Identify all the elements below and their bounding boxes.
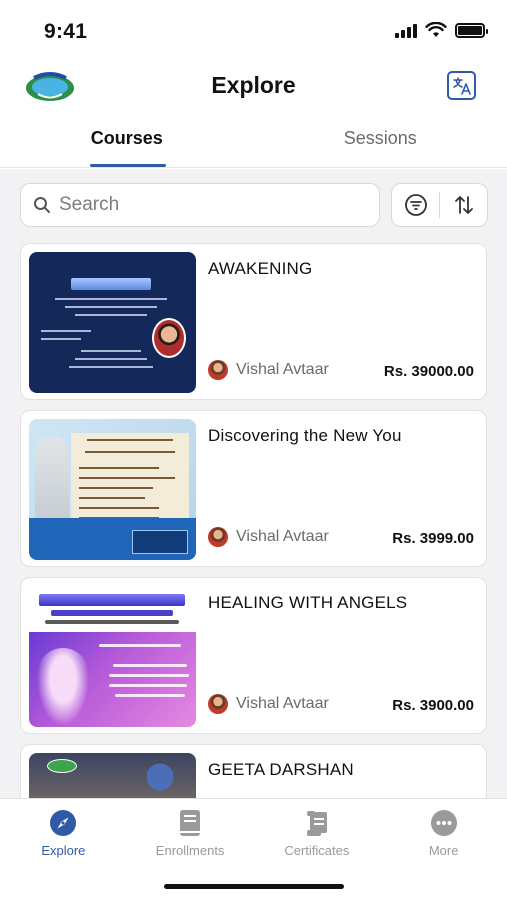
nav-certificates-label: Certificates <box>284 843 350 858</box>
instructor-avatar <box>208 694 228 714</box>
course-price: Rs. 3999.00 <box>392 530 474 547</box>
home-indicator <box>164 884 344 889</box>
battery-icon <box>455 22 488 38</box>
course-list-area[interactable]: AWAKENING Vishal Avtaar Rs. 39000.00 Dis… <box>0 169 507 798</box>
status-icons <box>395 22 488 38</box>
course-title: HEALING WITH ANGELS <box>208 593 408 612</box>
translate-button[interactable] <box>447 71 476 100</box>
nav-certificates[interactable]: Certificates <box>254 799 381 868</box>
nav-explore-label: Explore <box>41 843 86 858</box>
tab-sessions-label: Sessions <box>343 128 417 148</box>
course-thumbnail <box>29 419 196 560</box>
scroll-icon <box>303 809 331 837</box>
tab-bar: Courses Sessions <box>0 112 507 168</box>
tab-courses-label: Courses <box>90 128 163 148</box>
nav-enrollments[interactable]: Enrollments <box>127 799 254 868</box>
more-dots-icon <box>430 809 458 837</box>
course-card[interactable]: Discovering the New You Vishal Avtaar Rs… <box>20 410 487 567</box>
page-title: Explore <box>211 72 296 98</box>
tab-sessions[interactable]: Sessions <box>254 112 507 167</box>
translate-icon <box>452 76 471 95</box>
nav-enrollments-label: Enrollments <box>155 843 225 858</box>
instructor-name: Vishal Avtaar <box>236 528 329 545</box>
course-title: Discovering the New You <box>208 426 402 445</box>
instructor: Vishal Avtaar <box>208 360 329 380</box>
instructor: Vishal Avtaar <box>208 694 329 714</box>
instructor-name: Vishal Avtaar <box>236 695 329 712</box>
instructor: Vishal Avtaar <box>208 527 329 547</box>
wifi-icon <box>425 22 447 37</box>
compass-icon <box>49 809 77 837</box>
bottom-navigation: Explore Enrollments Certificates More <box>0 798 507 868</box>
app-header: Explore <box>0 62 507 112</box>
active-tab-indicator <box>90 164 166 167</box>
course-title: GEETA DARSHAN <box>208 760 354 779</box>
instructor-avatar <box>208 527 228 547</box>
search-box[interactable] <box>20 183 380 227</box>
course-title: AWAKENING <box>208 259 313 278</box>
status-bar: 9:41 <box>0 0 507 62</box>
book-icon <box>176 809 204 837</box>
sort-icon <box>454 196 473 214</box>
filter-icon <box>404 194 427 216</box>
course-thumbnail <box>29 252 196 393</box>
sort-button[interactable] <box>440 184 487 226</box>
instructor-name: Vishal Avtaar <box>236 361 329 378</box>
filter-button[interactable] <box>392 184 439 226</box>
course-price: Rs. 39000.00 <box>383 363 474 380</box>
course-card[interactable]: HEALING WITH ANGELS Vishal Avtaar Rs. 39… <box>20 577 487 734</box>
course-card[interactable]: GEETA DARSHAN <box>20 744 487 798</box>
instructor-avatar <box>208 360 228 380</box>
cellular-signal-icon <box>395 22 417 38</box>
course-card[interactable]: AWAKENING Vishal Avtaar Rs. 39000.00 <box>20 243 487 400</box>
status-time: 9:41 <box>44 20 88 43</box>
tab-courses[interactable]: Courses <box>0 112 254 167</box>
filter-sort-group <box>391 183 488 227</box>
search-icon <box>34 197 50 213</box>
nav-explore[interactable]: Explore <box>0 799 127 868</box>
course-price: Rs. 3900.00 <box>392 697 474 714</box>
search-input[interactable] <box>59 194 349 216</box>
course-thumbnail <box>29 586 196 727</box>
nav-more-label: More <box>428 843 459 858</box>
nav-more[interactable]: More <box>380 799 507 868</box>
course-thumbnail <box>29 753 196 798</box>
